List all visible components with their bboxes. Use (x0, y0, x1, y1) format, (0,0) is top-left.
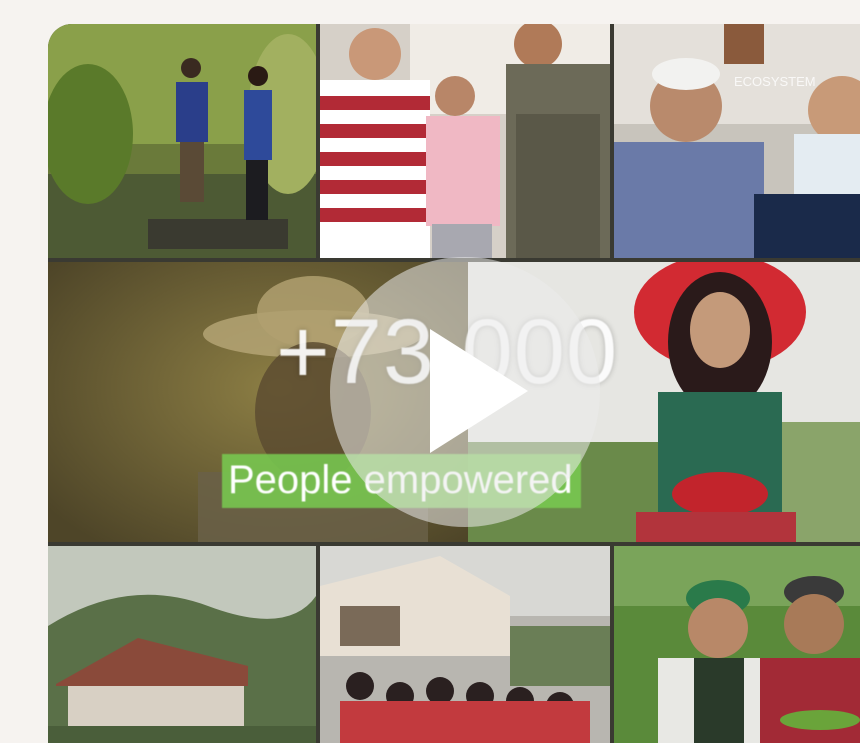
photo-tile-family-portrait (320, 24, 610, 258)
watermark-text: ECOSYSTEM (734, 74, 816, 89)
video-player[interactable]: ECOSYSTEM People (48, 24, 860, 743)
photo-tile-two-men-peppers (614, 546, 860, 743)
photo-tile-children-rice-field (48, 24, 316, 258)
play-icon (430, 329, 528, 453)
play-button[interactable] (330, 257, 600, 527)
photo-tile-crowd-building (320, 546, 610, 743)
photo-tile-elderly-couple: ECOSYSTEM (614, 24, 860, 258)
photo-tile-hillside-house (48, 546, 316, 743)
